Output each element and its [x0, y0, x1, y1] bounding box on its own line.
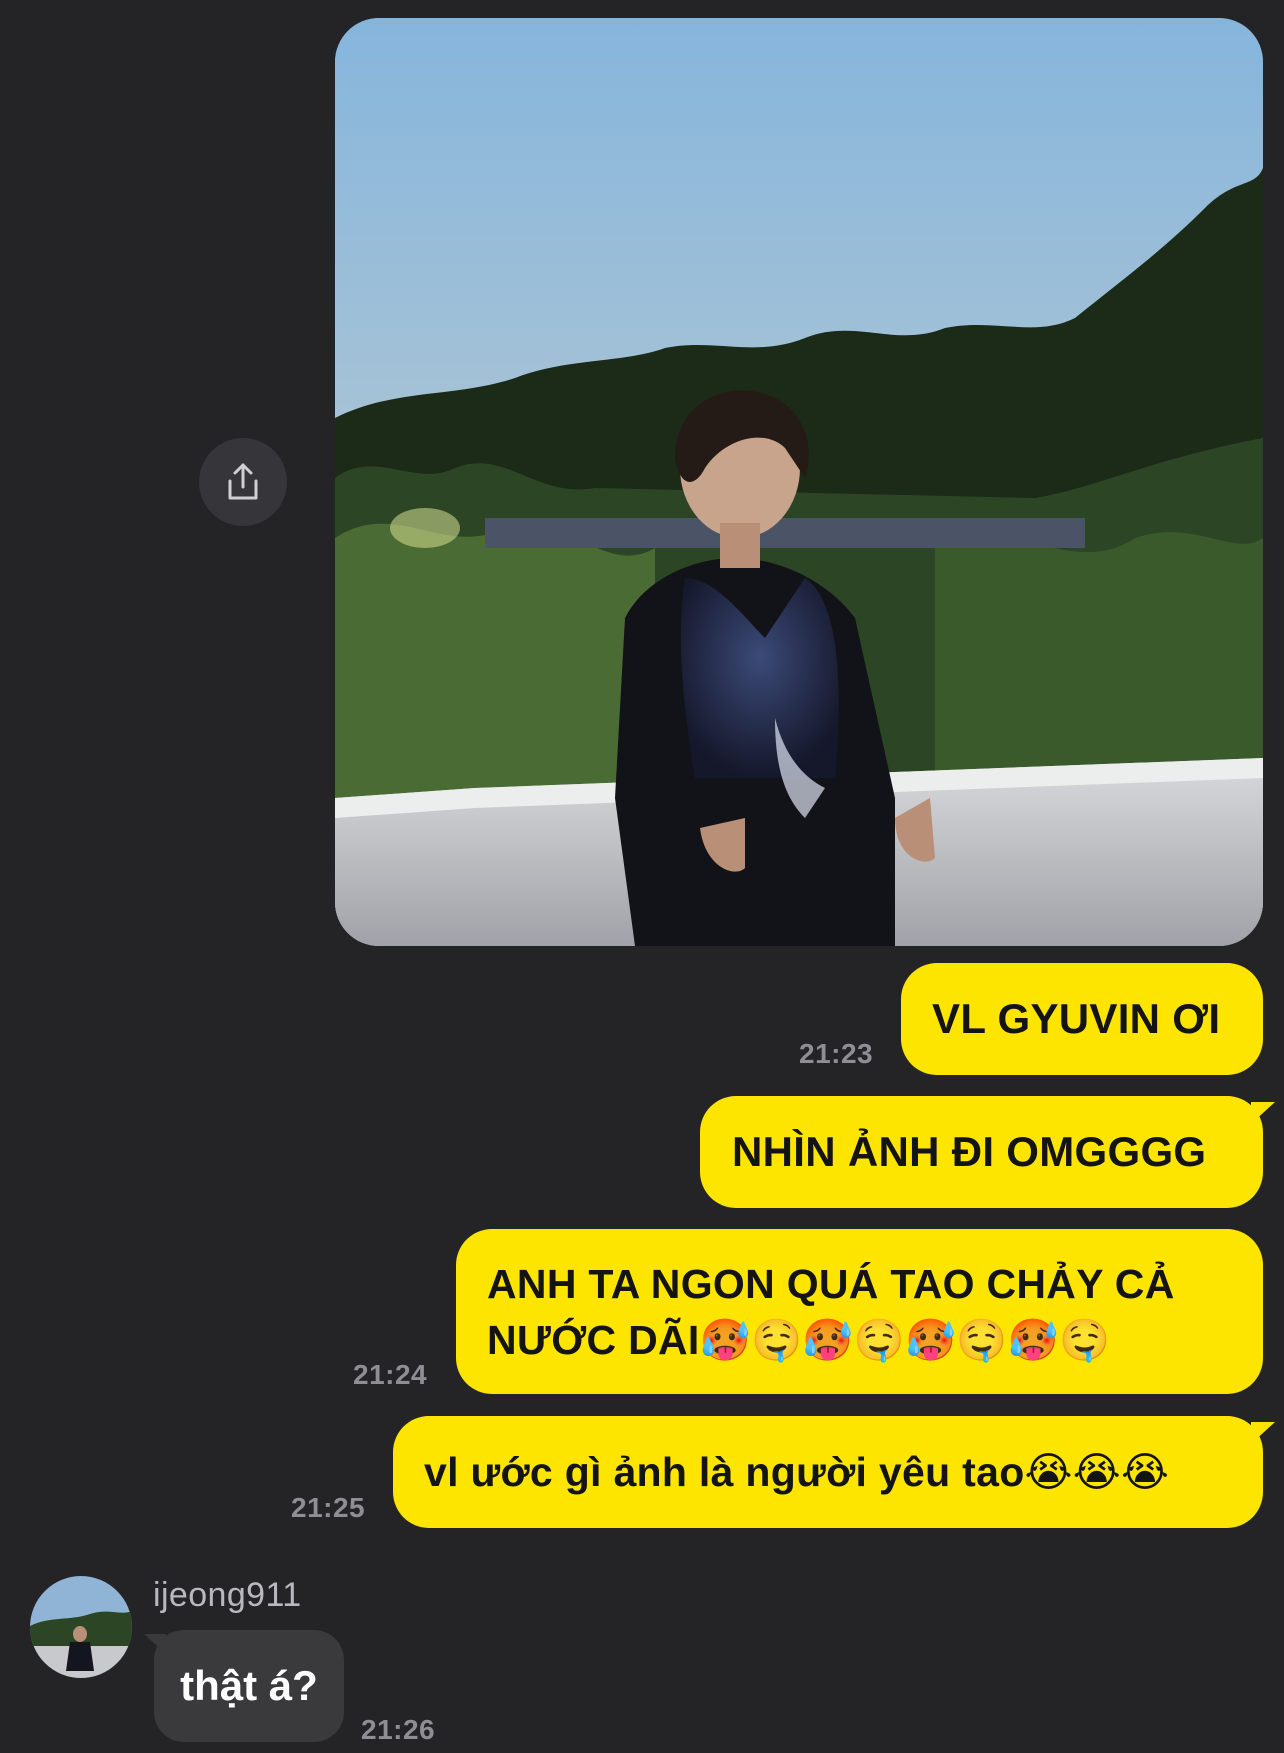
outgoing-message[interactable]: vl ước gì ảnh là người yêu tao😭😭😭	[393, 1416, 1275, 1528]
message-timestamp: 21:23	[799, 1038, 874, 1069]
outgoing-message[interactable]: NHÌN ẢNH ĐI OMGGGG	[700, 1096, 1275, 1208]
sender-name: ijeong911	[153, 1576, 302, 1614]
bubble-tail	[1251, 1422, 1275, 1444]
message-text: vl ước gì ảnh là người yêu tao😭😭😭	[424, 1449, 1170, 1495]
shared-photo[interactable]	[335, 18, 1263, 946]
message-timestamp: 21:26	[361, 1714, 436, 1745]
share-button[interactable]	[199, 438, 287, 526]
outgoing-message[interactable]: ANH TA NGON QUÁ TAO CHẢY CẢ NƯỚC DÃI🥵🤤🥵🤤…	[456, 1229, 1263, 1394]
avatar[interactable]	[30, 1576, 132, 1678]
message-text: thật á?	[180, 1662, 318, 1709]
message-text: NHÌN ẢNH ĐI OMGGGG	[732, 1128, 1207, 1175]
incoming-message[interactable]: thật á?	[144, 1630, 344, 1742]
message-text: ANH TA NGON QUÁ TAO CHẢY CẢ NƯỚC DÃI🥵🤤🥵🤤…	[487, 1260, 1175, 1363]
bubble-tail	[1251, 1102, 1275, 1124]
avatar-image	[30, 1576, 132, 1678]
share-icon	[228, 463, 258, 500]
message-timestamp: 21:25	[291, 1492, 366, 1523]
outgoing-message[interactable]: VL GYUVIN ƠI	[901, 963, 1263, 1075]
message-text: VL GYUVIN ƠI	[932, 995, 1221, 1042]
bubble-tail	[144, 1634, 166, 1654]
message-timestamp: 21:24	[353, 1359, 428, 1390]
photo-image	[335, 18, 1263, 946]
